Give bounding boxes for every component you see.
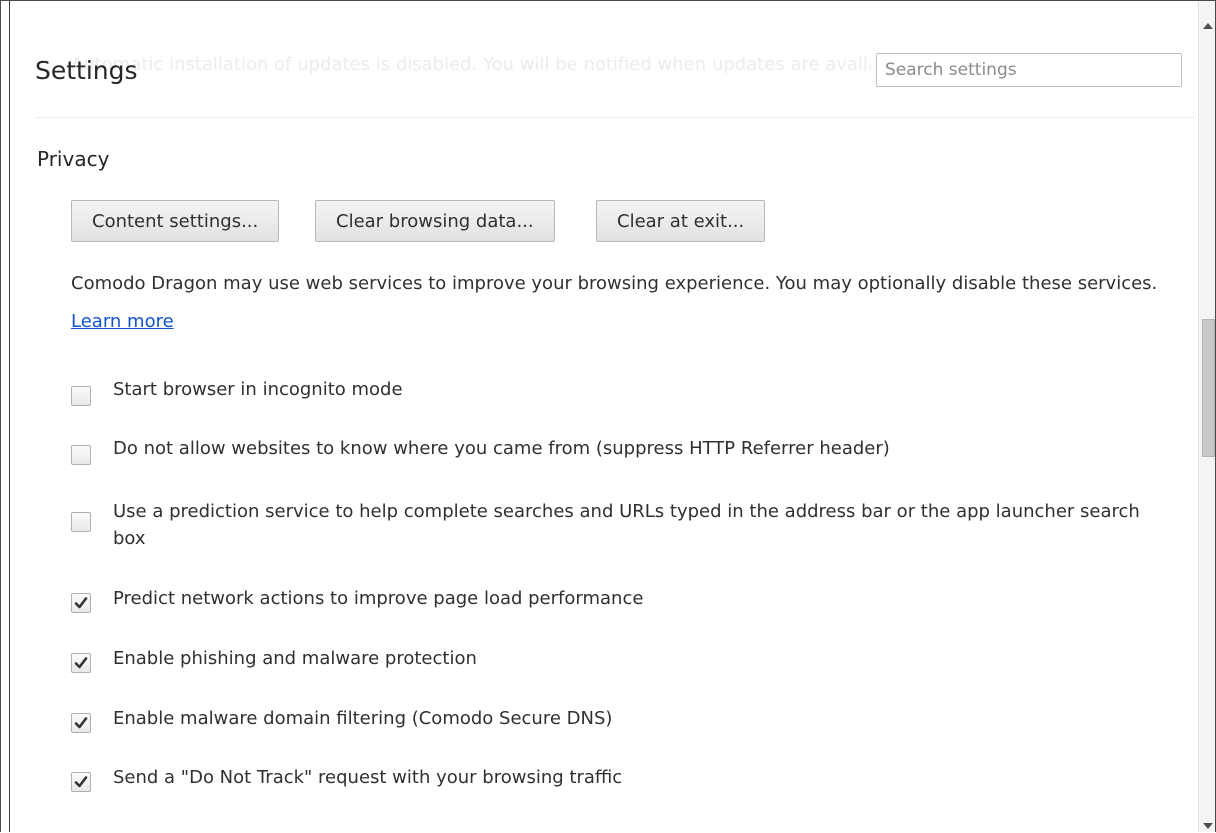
privacy-description-text: Comodo Dragon may use web services to im… — [71, 273, 1158, 294]
privacy-section-title: Privacy — [37, 147, 110, 171]
privacy-option-checkbox[interactable] — [71, 593, 91, 613]
privacy-option-checkbox[interactable] — [71, 445, 91, 465]
privacy-option-checkbox[interactable] — [71, 653, 91, 673]
privacy-option-label: Use a prediction service to help complet… — [113, 501, 1140, 549]
privacy-option-label: Enable malware domain filtering (Comodo … — [113, 708, 613, 729]
vertical-scrollbar[interactable] — [1198, 1, 1215, 832]
learn-more-link[interactable]: Learn more — [71, 311, 174, 332]
checkmark-icon — [74, 597, 88, 609]
scroll-down-arrow-icon[interactable] — [1203, 823, 1213, 829]
privacy-option-checkbox[interactable] — [71, 713, 91, 733]
checkmark-icon — [74, 717, 88, 729]
settings-window: Automatic installation of updates is dis… — [0, 0, 1216, 832]
privacy-option-label: Do not allow websites to know where you … — [113, 438, 890, 459]
window-left-border — [9, 1, 10, 832]
privacy-option-label: Enable phishing and malware protection — [113, 648, 477, 669]
scroll-up-arrow-icon[interactable] — [1203, 23, 1213, 29]
scrollbar-thumb[interactable] — [1202, 319, 1215, 457]
privacy-option-checkbox[interactable] — [71, 512, 91, 532]
search-input[interactable] — [876, 53, 1182, 87]
settings-header: Automatic installation of updates is dis… — [35, 41, 1195, 118]
checkmark-icon — [74, 776, 88, 788]
clear-browsing-data-button[interactable]: Clear browsing data... — [315, 200, 555, 242]
privacy-option-label: Send a "Do Not Track" request with your … — [113, 767, 623, 788]
clear-at-exit-button[interactable]: Clear at exit... — [596, 200, 766, 242]
privacy-description: Comodo Dragon may use web services to im… — [71, 265, 1191, 341]
privacy-option-label: Start browser in incognito mode — [113, 379, 403, 400]
update-notice: Automatic installation of updates is dis… — [71, 54, 871, 75]
privacy-option-checkbox[interactable] — [71, 386, 91, 406]
content-settings-button[interactable]: Content settings... — [71, 200, 280, 242]
privacy-option-checkbox[interactable] — [71, 772, 91, 792]
checkmark-icon — [74, 657, 88, 669]
privacy-option-label: Predict network actions to improve page … — [113, 588, 644, 609]
page-title: Settings — [35, 56, 138, 85]
